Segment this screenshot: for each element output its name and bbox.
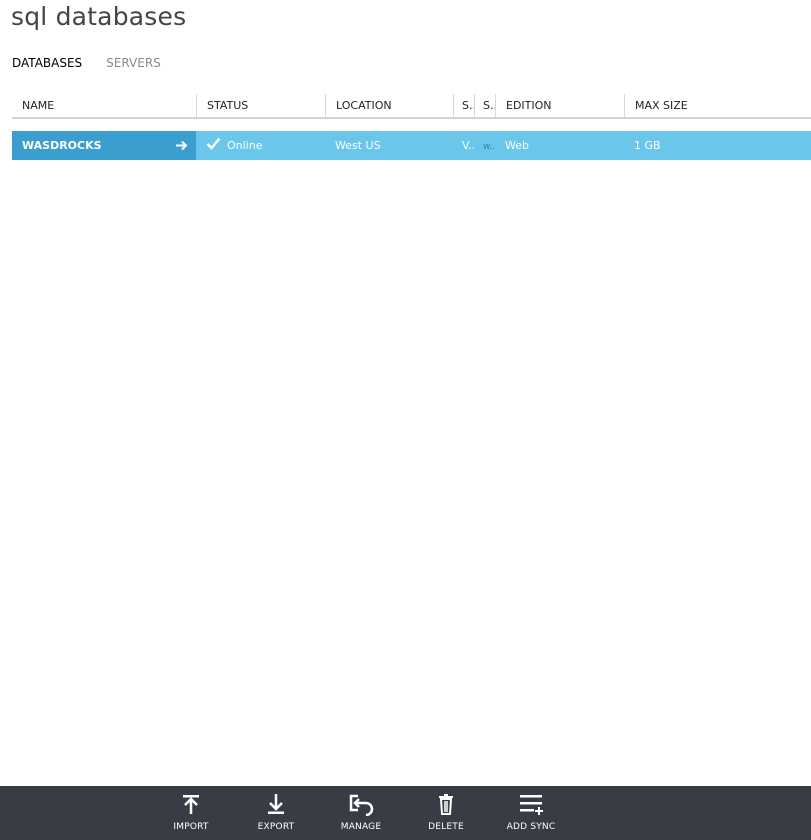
manage-label: MANAGE xyxy=(340,822,382,832)
import-icon xyxy=(179,792,203,816)
column-header-name[interactable]: NAME xyxy=(12,94,196,117)
database-name: WASDROCKS xyxy=(22,139,102,152)
command-bar: IMPORT EXPORT MANAGE DELETE ADD SYNC xyxy=(0,786,811,840)
cell-name[interactable]: WASDROCKS xyxy=(12,131,196,160)
tab-databases[interactable]: DATABASES xyxy=(12,56,82,70)
delete-label: DELETE xyxy=(428,822,464,832)
delete-button[interactable]: DELETE xyxy=(411,786,481,840)
column-header-status[interactable]: STATUS xyxy=(196,94,325,117)
cell-max-size: 1 GB xyxy=(634,139,661,152)
add-sync-icon xyxy=(519,792,543,816)
manage-button[interactable]: MANAGE xyxy=(326,786,396,840)
table-row[interactable]: WASDROCKS Online West US V.. w.. Web 1 G… xyxy=(12,131,811,160)
add-sync-label: ADD SYNC xyxy=(506,822,556,832)
import-label: IMPORT xyxy=(173,822,209,832)
add-sync-button[interactable]: ADD SYNC xyxy=(496,786,566,840)
checkmark-icon xyxy=(206,132,221,161)
tab-bar: DATABASES SERVERS xyxy=(12,56,185,70)
cell-status: Online xyxy=(196,131,325,160)
export-label: EXPORT xyxy=(257,822,295,832)
manage-icon xyxy=(349,792,374,817)
cell-s1: V.. xyxy=(462,139,474,152)
table-header: NAME STATUS LOCATION S.. S.. EDITION MAX… xyxy=(12,94,811,119)
export-icon xyxy=(264,792,288,816)
column-header-s2[interactable]: S.. xyxy=(474,94,495,117)
arrow-right-icon[interactable] xyxy=(173,131,189,160)
status-text: Online xyxy=(227,139,263,152)
cell-s2[interactable]: w.. xyxy=(474,131,495,160)
tab-servers[interactable]: SERVERS xyxy=(106,56,161,70)
cell-s2-link[interactable]: w.. xyxy=(483,142,495,152)
column-header-location[interactable]: LOCATION xyxy=(325,94,453,117)
column-header-s1[interactable]: S.. xyxy=(453,94,474,117)
page-title: sql databases xyxy=(11,2,187,31)
export-button[interactable]: EXPORT xyxy=(241,786,311,840)
delete-icon xyxy=(434,792,458,816)
column-header-max-size[interactable]: MAX SIZE xyxy=(624,94,811,117)
column-header-edition[interactable]: EDITION xyxy=(495,94,624,117)
cell-edition: Web xyxy=(505,139,529,152)
import-button[interactable]: IMPORT xyxy=(156,786,226,840)
cell-location: West US xyxy=(335,139,381,152)
